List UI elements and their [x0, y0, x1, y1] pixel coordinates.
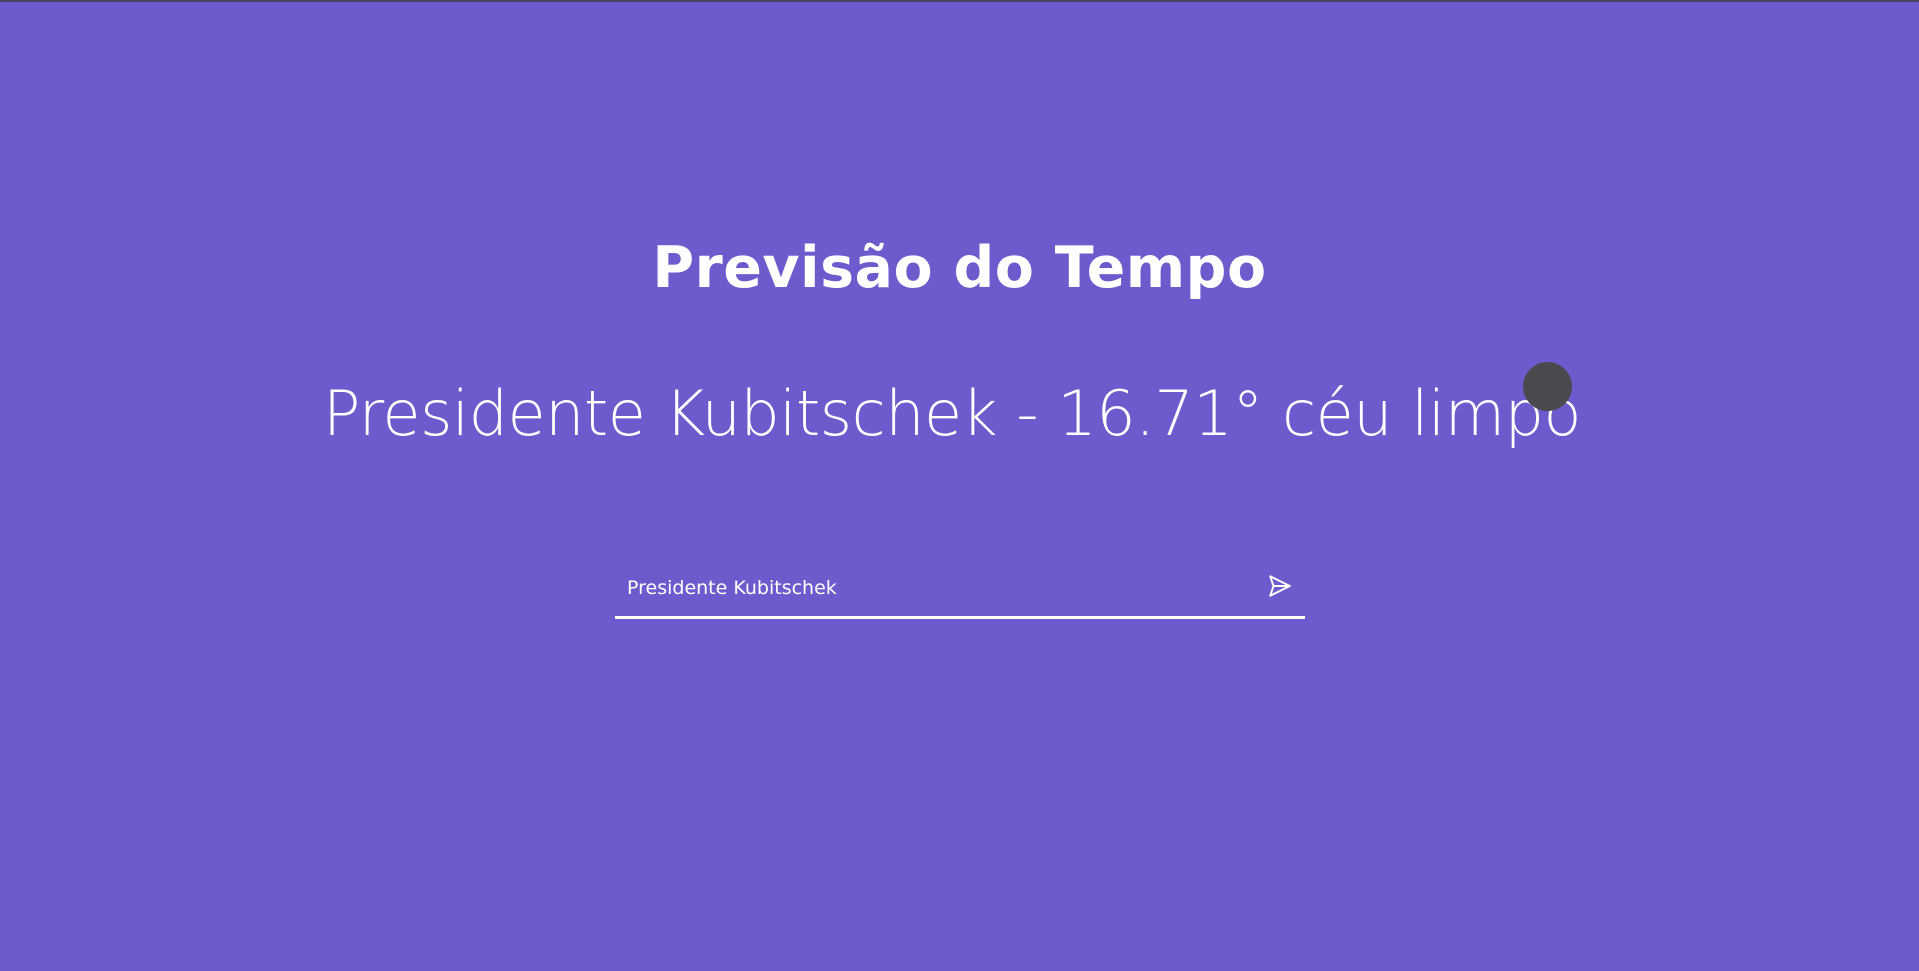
send-icon: [1269, 575, 1291, 597]
weather-summary: Presidente Kubitschek - 16.71° céu limpo: [323, 377, 1581, 450]
page-title: Previsão do Tempo: [652, 235, 1267, 301]
weather-condition-icon: [1523, 362, 1572, 411]
city-search-input[interactable]: [627, 569, 1227, 607]
window-top-border: [0, 0, 1919, 2]
search-submit-button[interactable]: [1263, 569, 1297, 603]
city-search-form: [615, 559, 1305, 619]
